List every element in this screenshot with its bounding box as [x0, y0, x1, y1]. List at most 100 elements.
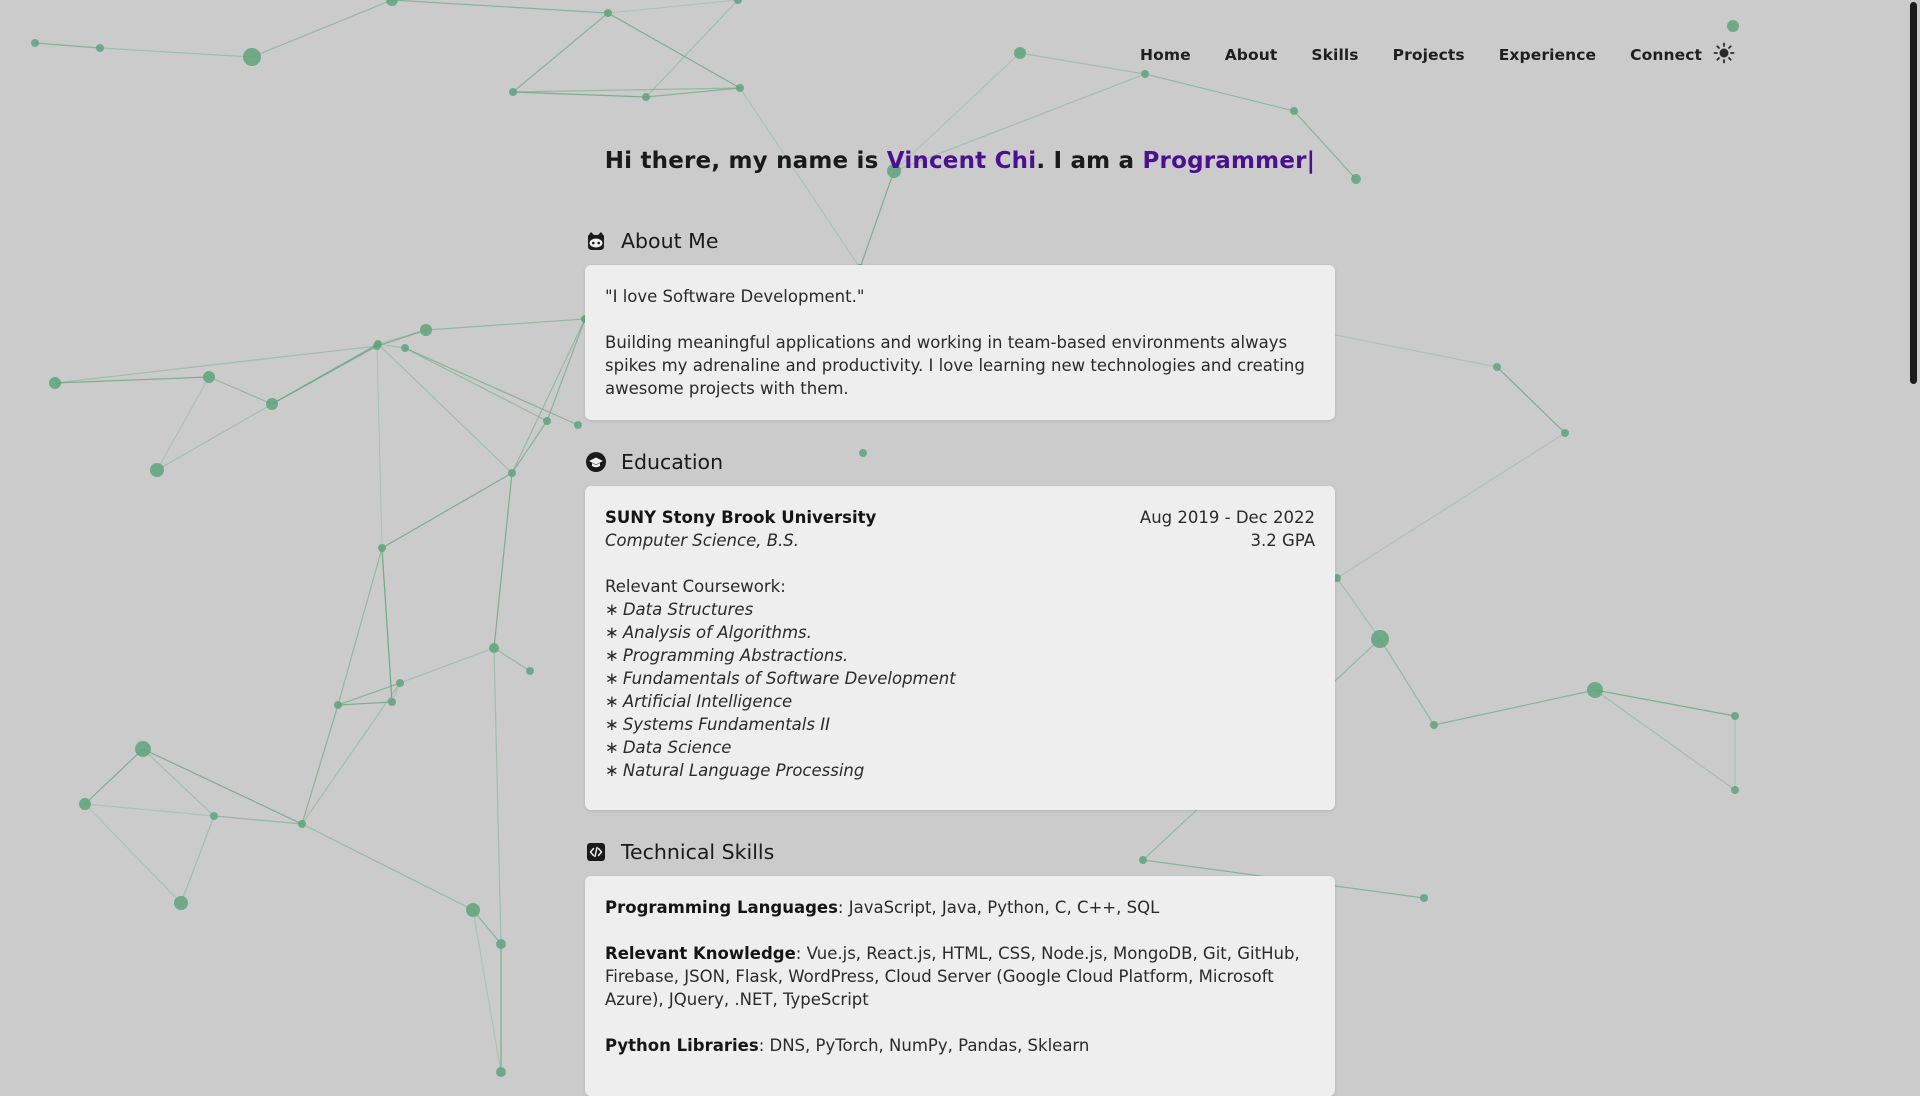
skills-heading-text: Technical Skills: [621, 840, 775, 864]
network-link: [34, 42, 101, 49]
course-item: ∗ Natural Language Processing: [605, 759, 1315, 782]
network-node: [174, 896, 188, 910]
network-node: [243, 48, 261, 66]
network-link: [512, 91, 647, 98]
network-node: [150, 463, 164, 477]
network-link: [1379, 638, 1435, 726]
course-item: ∗ Artificial Intelligence: [605, 690, 1315, 713]
course-name: Programming Abstractions.: [622, 646, 849, 665]
network-link: [156, 403, 273, 471]
scrollbar-thumb[interactable]: [1910, 2, 1917, 384]
network-link: [84, 748, 144, 805]
network-node: [526, 667, 534, 675]
network-link: [645, 0, 739, 98]
network-node: [374, 340, 382, 348]
bullet-icon: ∗: [605, 715, 619, 734]
network-node: [1290, 107, 1298, 115]
course-name: Systems Fundamentals II: [622, 715, 830, 734]
network-link: [391, 0, 609, 14]
code-icon: [587, 843, 605, 861]
network-node: [1587, 682, 1603, 698]
course-name: Artificial Intelligence: [622, 692, 793, 711]
github-octocat-icon: [588, 232, 604, 250]
network-link: [739, 87, 861, 269]
network-link: [546, 318, 586, 422]
nav-projects[interactable]: Projects: [1393, 46, 1465, 64]
greeting-role: Programmer: [1142, 148, 1307, 174]
bullet-icon: ∗: [605, 623, 619, 642]
network-node: [574, 421, 582, 429]
skill-label: Python Libraries: [605, 1036, 759, 1055]
network-link: [607, 0, 739, 14]
nav-experience[interactable]: Experience: [1499, 46, 1596, 64]
course-name: Data Structures: [622, 600, 754, 619]
network-node: [1141, 70, 1149, 78]
network-link: [381, 472, 513, 549]
network-node: [31, 39, 39, 47]
nav-skills[interactable]: Skills: [1311, 46, 1358, 64]
network-node: [1430, 721, 1438, 729]
network-node: [496, 1067, 506, 1077]
network-node: [386, 0, 398, 6]
network-node: [298, 820, 306, 828]
bullet-icon: ∗: [605, 600, 619, 619]
network-link: [84, 803, 215, 817]
hero-greeting: Hi there, my name is Vincent Chi. I am a…: [0, 148, 1920, 174]
course-list: ∗ Data Structures ∗ Analysis of Algorithms.…: [605, 598, 1315, 782]
gpa: 3.2 GPA: [1250, 531, 1315, 550]
network-link: [381, 547, 393, 703]
network-link: [271, 343, 379, 405]
network-node: [96, 44, 104, 52]
theme-toggle-button[interactable]: [1713, 42, 1735, 64]
about-quote: "I love Software Development.": [605, 287, 865, 306]
nav-about[interactable]: About: [1225, 46, 1278, 64]
network-link: [377, 343, 513, 474]
network-link: [1594, 689, 1736, 717]
network-link: [1144, 73, 1295, 112]
network-node: [642, 93, 650, 101]
network-link: [376, 345, 383, 549]
network-link: [493, 647, 502, 945]
network-node: [1139, 856, 1147, 864]
network-link: [99, 47, 253, 58]
network-node: [135, 741, 151, 757]
course-item: ∗ Data Science: [605, 736, 1315, 759]
network-node: [1351, 174, 1361, 184]
network-node: [1731, 712, 1739, 720]
network-node: [203, 371, 215, 383]
bullet-icon: ∗: [605, 761, 619, 780]
network-node: [266, 398, 278, 410]
greeting-prefix: Hi there, my name is: [604, 148, 887, 174]
course-name: Analysis of Algorithms.: [622, 623, 812, 642]
network-link: [472, 909, 502, 1073]
network-link: [301, 823, 474, 911]
network-link: [1433, 689, 1596, 726]
course-item: ∗ Systems Fundamentals II: [605, 713, 1315, 736]
scrollbar[interactable]: [1906, 0, 1920, 1080]
about-card: "I love Software Development." Building …: [585, 265, 1335, 420]
network-link: [142, 748, 215, 817]
network-node: [210, 812, 218, 820]
network-link: [512, 12, 609, 93]
network-link: [1336, 432, 1566, 579]
network-link: [156, 376, 210, 471]
top-nav: Home About Skills Projects Experience Co…: [1140, 40, 1736, 70]
nav-home[interactable]: Home: [1140, 46, 1191, 64]
network-node: [1727, 20, 1739, 32]
skill-value: : JavaScript, Java, Python, C, C++, SQL: [837, 898, 1160, 917]
network-node: [508, 469, 516, 477]
about-body: Building meaningful applications and wor…: [605, 333, 1305, 398]
network-node: [509, 88, 517, 96]
network-node: [1561, 429, 1569, 437]
course-item: ∗ Programming Abstractions.: [605, 644, 1315, 667]
sun-icon: [1713, 42, 1735, 64]
nav-connect[interactable]: Connect: [1630, 46, 1702, 64]
bullet-icon: ∗: [605, 738, 619, 757]
network-link: [404, 347, 579, 426]
education-dates: Aug 2019 - Dec 2022: [1139, 508, 1315, 527]
network-node: [388, 698, 396, 706]
network-node: [1420, 894, 1428, 902]
network-link: [208, 376, 273, 405]
skills-heading: Technical Skills: [585, 840, 774, 864]
network-node: [1014, 47, 1026, 59]
